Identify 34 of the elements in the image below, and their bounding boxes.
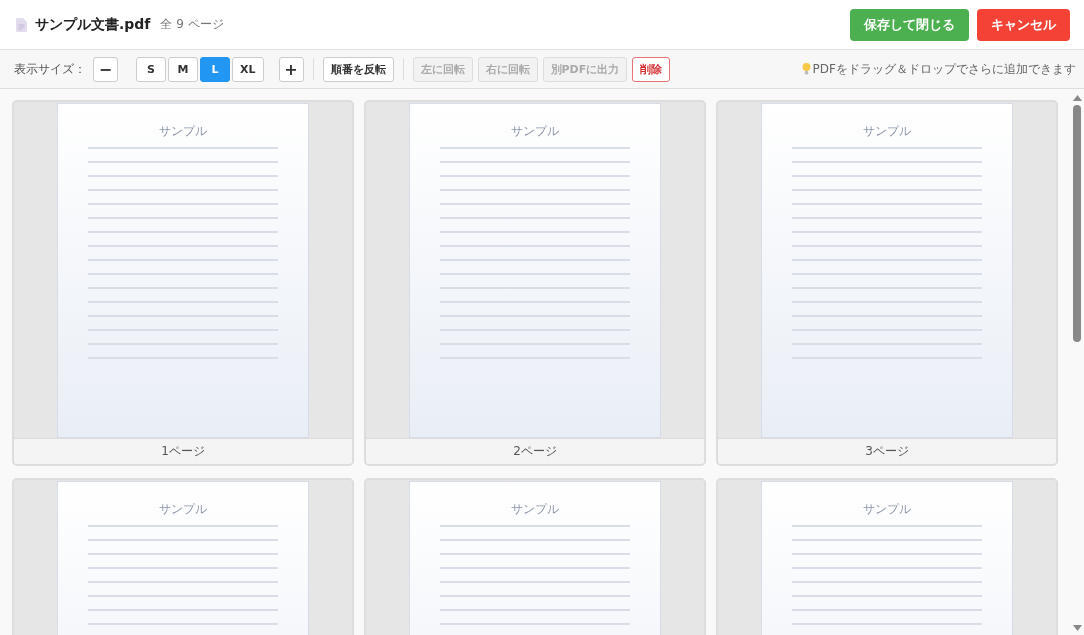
page-label: 3ページ: [718, 438, 1056, 464]
page-card[interactable]: サンプル: [364, 478, 706, 635]
save-close-button[interactable]: 保存して閉じる: [850, 8, 969, 41]
page-title: サンプル: [511, 123, 559, 140]
lightbulb-icon: [801, 63, 811, 75]
size-button[interactable]: XL: [232, 56, 264, 82]
page-title: サンプル: [159, 123, 207, 140]
page-title: サンプル: [159, 501, 207, 518]
size-label: 表示サイズ：: [14, 60, 86, 78]
page-label: 1ページ: [14, 438, 352, 464]
size-button[interactable]: L: [200, 56, 230, 82]
page-card[interactable]: サンプル: [716, 478, 1058, 635]
page-card[interactable]: サンプル 1ページ: [12, 100, 354, 466]
hint-text: PDFをドラッグ＆ドロップでさらに追加できます: [812, 60, 1076, 78]
size-button[interactable]: M: [168, 56, 198, 82]
cancel-button[interactable]: キャンセル: [977, 8, 1070, 41]
page-label: 2ページ: [366, 438, 704, 464]
file-name: サンプル文書.pdf: [35, 15, 151, 34]
scroll-up-icon[interactable]: [1072, 95, 1082, 101]
zoom-in-button[interactable]: +: [278, 56, 304, 82]
page-title: サンプル: [511, 501, 559, 518]
page-card[interactable]: サンプル: [12, 478, 354, 635]
scrollbar-thumb[interactable]: [1073, 105, 1081, 342]
action-button[interactable]: 順番を反転: [322, 56, 394, 82]
page-card[interactable]: サンプル 2ページ: [364, 100, 706, 466]
page-count: 全 9 ページ: [160, 16, 224, 33]
scroll-down-icon[interactable]: [1072, 625, 1082, 631]
delete-button[interactable]: 削除: [632, 56, 671, 82]
zoom-out-button[interactable]: −: [93, 56, 118, 82]
page-title: サンプル: [863, 123, 911, 140]
page-card[interactable]: サンプル 3ページ: [716, 100, 1058, 466]
page-title: サンプル: [863, 501, 911, 518]
size-button[interactable]: S: [136, 56, 166, 82]
document-icon: [16, 17, 27, 32]
